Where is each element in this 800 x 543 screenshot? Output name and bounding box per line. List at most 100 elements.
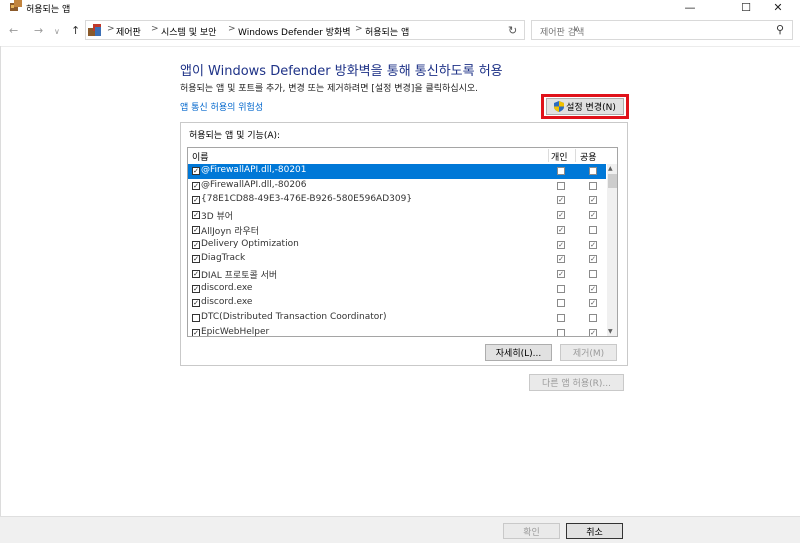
breadcrumb-allowed-apps[interactable]: 허용되는 앱 (365, 25, 409, 38)
page-description: 허용되는 앱 및 포트를 추가, 변경 또는 제거하려면 [설정 변경]을 클릭… (180, 84, 479, 94)
app-enabled-checkbox[interactable] (192, 314, 200, 322)
title-bar: 허용되는 앱 — ☐ ✕ (0, 0, 800, 16)
breadcrumb-control-panel[interactable]: 제어판 (116, 25, 141, 38)
app-enabled-checkbox[interactable]: ✓ (192, 284, 200, 293)
app-name: EpicWebHelper (201, 326, 270, 337)
public-checkbox[interactable] (589, 269, 597, 278)
public-checkbox[interactable]: ✓ (589, 284, 597, 293)
up-icon[interactable]: ↑ (71, 24, 80, 37)
app-name: AllJoyn 라우터 (201, 226, 260, 237)
app-enabled-checkbox[interactable]: ✓ (192, 299, 200, 308)
breadcrumb-system-security[interactable]: 시스템 및 보안 (161, 25, 216, 38)
app-enabled-checkbox[interactable]: ✓ (192, 328, 200, 336)
control-panel-icon (88, 24, 101, 36)
column-header-public[interactable]: 공용 (580, 150, 597, 163)
table-row[interactable]: ✓ @FirewallAPI.dll,-80206 (188, 179, 606, 194)
vertical-scrollbar[interactable]: ▲ ▼ (607, 164, 617, 336)
public-checkbox[interactable] (589, 314, 597, 322)
app-name: DIAL 프로토콜 서버 (201, 270, 278, 281)
app-enabled-checkbox[interactable]: ✓ (192, 269, 200, 278)
private-checkbox[interactable] (557, 167, 565, 175)
breadcrumb-separator: > (107, 24, 115, 34)
private-checkbox[interactable]: ✓ (557, 240, 565, 249)
allowed-apps-label: 허용되는 앱 및 기능(A): (189, 131, 281, 141)
public-checkbox[interactable]: ✓ (589, 328, 597, 336)
breadcrumb-separator: > (228, 24, 236, 34)
back-icon[interactable]: ← (9, 24, 18, 37)
allowed-apps-group: 허용되는 앱 및 기능(A): 이름 개인 공용 ✓ @FirewallAPI.d… (180, 122, 628, 366)
private-checkbox[interactable] (557, 314, 565, 322)
allow-another-app-button[interactable]: 다른 앱 허용(R)... (529, 374, 624, 391)
private-checkbox[interactable] (557, 328, 565, 336)
search-input[interactable]: 제어판 검색 (540, 25, 584, 38)
public-checkbox[interactable]: ✓ (589, 240, 597, 249)
public-checkbox[interactable]: ✓ (589, 196, 597, 205)
public-checkbox[interactable]: ✓ (589, 299, 597, 308)
app-enabled-checkbox[interactable]: ✓ (192, 211, 200, 220)
column-header-private[interactable]: 개인 (551, 150, 568, 163)
scroll-down-icon[interactable]: ▼ (608, 328, 613, 335)
app-name: @FirewallAPI.dll,-80206 (201, 179, 307, 190)
dialog-footer: 확인 취소 (0, 516, 800, 543)
app-enabled-checkbox[interactable]: ✓ (192, 167, 200, 175)
app-enabled-checkbox[interactable]: ✓ (192, 255, 200, 264)
search-icon[interactable]: ⚲ (776, 23, 784, 36)
app-enabled-checkbox[interactable]: ✓ (192, 225, 200, 234)
address-bar[interactable]: > 제어판 > 시스템 및 보안 > Windows Defender 방화벽 … (85, 20, 579, 40)
private-checkbox[interactable]: ✓ (557, 211, 565, 220)
app-name: Delivery Optimization (201, 238, 299, 249)
minimize-button[interactable]: — (668, 0, 712, 14)
column-divider (548, 149, 549, 162)
change-settings-button[interactable]: 설정 변경(N) (546, 98, 624, 115)
public-checkbox[interactable] (589, 167, 597, 175)
public-checkbox[interactable]: ✓ (589, 255, 597, 264)
private-checkbox[interactable]: ✓ (557, 196, 565, 205)
public-checkbox[interactable] (589, 181, 597, 190)
table-row[interactable]: ✓ DIAL 프로토콜 서버 ✓ (188, 267, 606, 282)
details-button[interactable]: 자세히(L)... (485, 344, 552, 361)
table-row[interactable]: ✓ {78E1CD88-49E3-476E-B926-580E596AD309} ✓… (188, 193, 606, 208)
search-box[interactable]: 제어판 검색 ⚲ (531, 20, 793, 40)
private-checkbox[interactable] (557, 284, 565, 293)
refresh-icon[interactable]: ↻ (508, 24, 517, 37)
forward-icon[interactable]: → (34, 24, 43, 37)
public-checkbox[interactable] (589, 225, 597, 234)
table-row[interactable]: ✓ EpicWebHelper ✓ (188, 326, 606, 337)
breadcrumb-firewall[interactable]: Windows Defender 방화벽 (238, 25, 351, 38)
column-header-name[interactable]: 이름 (192, 150, 209, 163)
table-row[interactable]: ✓ Delivery Optimization ✓ ✓ (188, 238, 606, 253)
scrollbar-thumb[interactable] (608, 174, 617, 188)
table-row[interactable]: DTC(Distributed Transaction Coordinator) (188, 311, 606, 326)
ok-button[interactable]: 확인 (503, 523, 560, 539)
app-enabled-checkbox[interactable]: ✓ (192, 240, 200, 249)
table-row[interactable]: ✓ 3D 뷰어 ✓ ✓ (188, 208, 606, 223)
table-row[interactable]: ✓ discord.exe ✓ (188, 296, 606, 311)
table-row[interactable]: ✓ @FirewallAPI.dll,-80201 (188, 164, 606, 179)
allowed-apps-list[interactable]: 이름 개인 공용 ✓ @FirewallAPI.dll,-80201 ✓ @Firew… (187, 147, 618, 337)
scroll-up-icon[interactable]: ▲ (608, 165, 613, 172)
private-checkbox[interactable] (557, 299, 565, 308)
private-checkbox[interactable]: ✓ (557, 269, 565, 278)
app-enabled-checkbox[interactable]: ✓ (192, 196, 200, 205)
table-row[interactable]: ✓ DiagTrack ✓ ✓ (188, 252, 606, 267)
private-checkbox[interactable]: ✓ (557, 225, 565, 234)
app-name: discord.exe (201, 297, 253, 308)
cancel-button[interactable]: 취소 (566, 523, 623, 539)
close-button[interactable]: ✕ (756, 0, 800, 14)
remove-button[interactable]: 제거(M) (560, 344, 617, 361)
app-name: @FirewallAPI.dll,-80201 (201, 165, 307, 175)
risk-info-link[interactable]: 앱 통신 허용의 위험성 (180, 100, 263, 113)
public-checkbox[interactable]: ✓ (589, 211, 597, 220)
change-settings-label: 설정 변경(N) (566, 103, 616, 113)
table-row[interactable]: ✓ AllJoyn 라우터 ✓ (188, 223, 606, 238)
table-row[interactable]: ✓ discord.exe ✓ (188, 282, 606, 297)
page-title: 앱이 Windows Defender 방화벽을 통해 통신하도록 허용 (180, 64, 503, 79)
app-enabled-checkbox[interactable]: ✓ (192, 181, 200, 190)
app-name: DTC(Distributed Transaction Coordinator) (201, 312, 387, 322)
recent-dropdown-icon[interactable]: ∨ (54, 27, 60, 36)
window-title: 허용되는 앱 (26, 5, 71, 15)
private-checkbox[interactable]: ✓ (557, 255, 565, 264)
private-checkbox[interactable] (557, 181, 565, 190)
column-divider (575, 149, 576, 162)
uac-shield-icon (554, 101, 565, 112)
